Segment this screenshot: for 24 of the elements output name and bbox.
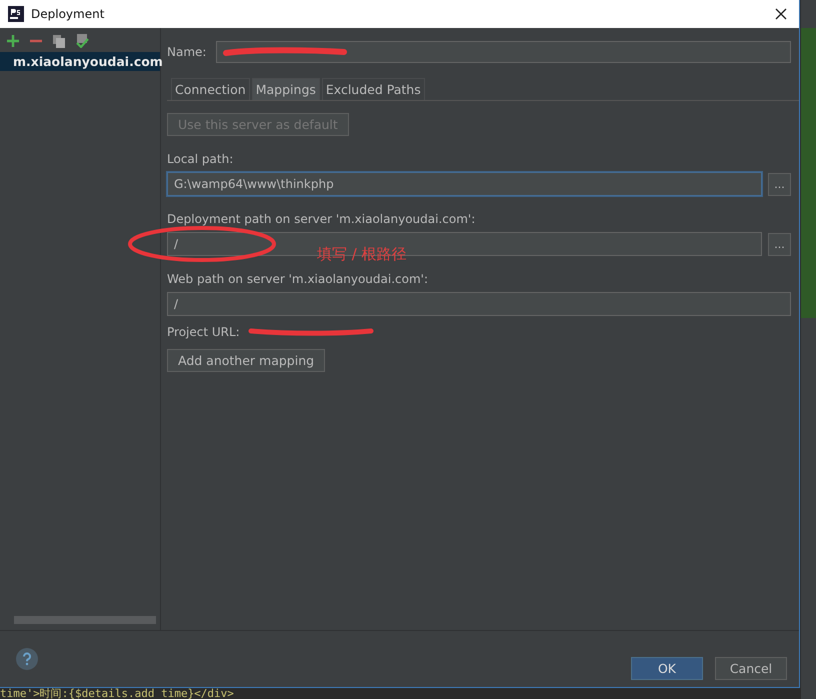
local-path-field[interactable]: G:\wamp64\www\thinkphp xyxy=(167,172,762,196)
scrollbar[interactable] xyxy=(14,616,156,624)
web-path-label: Web path on server 'm.xiaolanyoudai.com': xyxy=(167,272,429,286)
checklist-icon[interactable] xyxy=(75,34,89,48)
server-item[interactable]: m.xiaolanyoudai.com xyxy=(0,52,160,71)
help-icon[interactable] xyxy=(16,648,38,670)
name-label: Name: xyxy=(167,45,206,59)
browse-button[interactable]: ... xyxy=(768,172,791,196)
project-url-label: Project URL: xyxy=(167,325,240,339)
local-path-label: Local path: xyxy=(167,152,234,166)
dialog-button[interactable]: OK xyxy=(631,656,703,680)
add-mapping-button[interactable]: Add another mapping xyxy=(167,349,326,372)
copy-icon[interactable] xyxy=(52,34,66,48)
dialog-button[interactable]: Cancel xyxy=(715,656,787,680)
tab[interactable]: Mappings xyxy=(252,78,320,100)
window-title: Deployment xyxy=(31,7,104,21)
web-path-field[interactable]: / xyxy=(167,292,791,316)
add-icon[interactable] xyxy=(6,34,20,48)
tab[interactable]: Excluded Paths xyxy=(322,78,425,100)
tab[interactable]: Connection xyxy=(171,78,250,100)
deployment-path-label: Deployment path on server 'm.xiaolanyoudai.com': xyxy=(167,212,476,226)
close-icon[interactable] xyxy=(775,8,787,20)
browse-button[interactable]: ... xyxy=(768,232,791,256)
app-icon xyxy=(8,6,24,22)
